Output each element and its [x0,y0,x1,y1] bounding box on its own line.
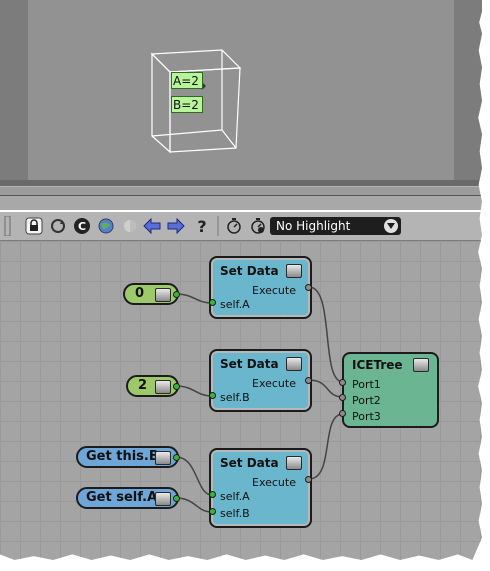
set-data-node-2-execute: Execute [252,377,296,390]
value-node-two[interactable]: 2 [126,375,179,397]
set-data-node-3-port-a: self.A [220,490,250,503]
port-dot-set3-execute[interactable] [305,476,312,483]
lock-icon[interactable] [24,216,44,236]
get-this-b-label: Get this.B [86,449,159,464]
viewport-left-wall [0,0,28,180]
get-self-a-node[interactable]: Get self.A [76,487,179,509]
viewport[interactable]: A=2 B=2 [0,0,482,180]
set-data-node-1-title: Set Data [220,264,279,278]
get-self-a-label: Get self.A [86,490,158,505]
set-data-node-3[interactable]: Set Data Execute self.A self.B [209,448,312,528]
port-dot-set2-execute[interactable] [305,377,312,384]
screenshot-frame: A=2 B=2 C ? No Highlight 0 2 Get this.B … [0,0,482,560]
toolbar-separator [217,216,219,236]
value-node-two-label: 2 [138,378,148,393]
port-dot-set1-execute[interactable] [305,284,312,291]
highlight-dropdown-value: No Highlight [276,219,351,233]
icetree-title: ICETree [352,358,403,372]
port-dot-value-two-out[interactable] [173,383,180,390]
port-dot-get-self-a-out[interactable] [173,495,180,502]
compact-icon[interactable]: C [72,216,92,236]
back-arrow-icon[interactable] [142,216,162,236]
toolbar-grip-icon [4,216,11,236]
port-dot-icetree-port2[interactable] [339,394,346,401]
set-data-node-2-port: self.B [220,391,250,404]
node-collapse-icon[interactable] [286,456,302,470]
icetree-port3: Port3 [352,410,381,423]
value-node-zero-label: 0 [135,286,145,301]
node-collapse-icon[interactable] [155,380,171,394]
port-dot-value-zero-out[interactable] [173,291,180,298]
ice-toolbar: C ? [0,212,482,241]
icetree-port2: Port2 [352,394,381,407]
set-data-node-2-title: Set Data [220,357,279,371]
highlight-dropdown[interactable]: No Highlight [270,217,401,235]
get-this-b-node[interactable]: Get this.B [76,446,179,468]
viewport-right-wall [454,0,482,180]
disabled-icon [120,216,140,236]
help-icon[interactable]: ? [192,216,212,236]
node-collapse-icon[interactable] [286,357,302,371]
value-node-zero[interactable]: 0 [123,283,179,305]
panel-header [0,196,482,210]
port-dot-icetree-port1[interactable] [339,379,346,386]
node-collapse-icon[interactable] [155,492,171,506]
set-data-node-1-execute: Execute [252,284,296,297]
set-data-node-3-port-b: self.B [220,507,250,520]
node-graph-canvas[interactable]: 0 2 Get this.B Get self.A Set Data Execu… [0,241,482,560]
port-dot-set3-self-b[interactable] [209,508,216,515]
viewport-tag-b: B=2 [171,96,203,113]
port-dot-set2-self-b[interactable] [209,392,216,399]
node-collapse-icon[interactable] [155,288,171,302]
port-dot-get-this-b-out[interactable] [173,454,180,461]
timer-icon-2[interactable] [248,216,268,236]
port-dot-set3-self-a[interactable] [209,491,216,498]
set-data-node-3-title: Set Data [220,456,279,470]
port-dot-set1-self-a[interactable] [209,299,216,306]
globe-icon[interactable] [96,216,116,236]
splitter-bar[interactable] [0,186,482,196]
node-collapse-icon[interactable] [155,451,171,465]
viewport-tag-a: A=2 [171,72,203,89]
svg-text:?: ? [197,217,206,235]
port-dot-icetree-port3[interactable] [339,410,346,417]
timer-icon[interactable] [224,216,244,236]
chevron-down-icon[interactable] [384,219,398,233]
set-data-node-1-port: self.A [220,298,250,311]
icetree-port1: Port1 [352,378,381,391]
node-collapse-icon[interactable] [286,264,302,278]
refresh-icon[interactable] [48,216,68,236]
set-data-node-1[interactable]: Set Data Execute self.A [209,256,312,319]
set-data-node-3-execute: Execute [252,476,296,489]
forward-arrow-icon[interactable] [166,216,186,236]
set-data-node-2[interactable]: Set Data Execute self.B [209,349,312,412]
icetree-node[interactable]: ICETree Port1 Port2 Port3 [342,352,439,428]
svg-text:C: C [78,220,86,233]
node-collapse-icon[interactable] [413,358,429,372]
